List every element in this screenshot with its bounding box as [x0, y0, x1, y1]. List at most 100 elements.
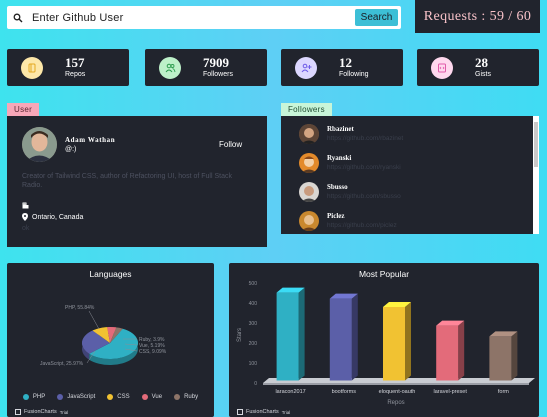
y-tick-label: 500: [249, 281, 258, 287]
x-tick-label: form: [498, 389, 509, 395]
user-location: Ontario, Canada: [32, 213, 84, 221]
legend-swatch: [22, 394, 29, 400]
legend-label: Ruby: [184, 394, 199, 400]
stat-label: Gists: [475, 70, 491, 78]
bar-side: [511, 331, 518, 381]
legend-label: Vue: [151, 394, 163, 400]
user-bio: Creator of Tailwind CSS, author of Refac…: [22, 173, 232, 190]
book-icon: [21, 56, 43, 79]
stat-card-followers: 7909 Followers: [145, 49, 267, 86]
legend-item[interactable]: JavaScript: [57, 394, 95, 400]
bar-front: [329, 298, 352, 381]
fusion-trial: Trial: [281, 409, 291, 415]
bar-bootforms[interactable]: [329, 293, 358, 381]
requests-label: Requests : 59 / 60: [423, 8, 532, 24]
x-axis-title: Repos: [387, 400, 404, 406]
y-tick-label: 400: [249, 301, 258, 307]
location-row: Ontario, Canada: [22, 213, 83, 221]
fusion-brand: FusionCharts: [246, 409, 279, 415]
y-tick-label: 0: [254, 381, 257, 387]
fusioncharts-logo-icon: [237, 409, 243, 415]
fusion-trial: Trial: [59, 409, 69, 415]
legend-item[interactable]: Vue: [141, 394, 163, 400]
pie-data-label: Vue, 5.19%: [139, 343, 165, 349]
user-card: Adam Wathan @:) Follow Creator of Tailwi…: [7, 116, 267, 247]
user-handle: @:): [65, 146, 77, 153]
y-axis-title: Stars: [237, 328, 243, 342]
bar-eloquent-oauth[interactable]: [383, 302, 411, 381]
bar-side: [298, 287, 305, 381]
legend-item[interactable]: PHP: [22, 394, 46, 400]
stat-label: Followers: [203, 70, 233, 78]
location-pin-icon: [22, 213, 28, 221]
x-tick-label: eloquent-oauth: [379, 389, 416, 395]
pie-data-label: PHP, 55.84%: [65, 305, 95, 311]
follower-name: Ryanski: [327, 154, 352, 162]
stat-value: 157: [65, 55, 85, 70]
bar-front: [436, 325, 459, 381]
fusioncharts-logo-icon: [15, 409, 21, 415]
follower-name: Sbusso: [327, 183, 348, 191]
search-button[interactable]: Search: [355, 9, 398, 26]
legend-item[interactable]: CSS: [107, 394, 130, 400]
bar-laravel-preset[interactable]: [436, 320, 465, 381]
stat-card-gists: 28 Gists: [417, 49, 539, 86]
users-icon: [159, 56, 181, 79]
follow-button[interactable]: Follow: [219, 140, 242, 149]
legend-label: CSS: [117, 394, 130, 400]
stat-card-repos: 157 Repos: [7, 49, 129, 86]
y-tick-label: 200: [249, 341, 258, 347]
bar-side: [351, 293, 358, 381]
search-bar: Search: [7, 6, 401, 29]
legend-swatch: [141, 394, 148, 400]
chart-floor-edge: [263, 383, 529, 385]
languages-chart: Languages PHP, 55.84% JavaScript, 25.97% C…: [7, 263, 214, 417]
follower-url[interactable]: https://github.com/ryanski: [327, 164, 401, 171]
bar-front: [489, 336, 512, 381]
follower-url[interactable]: https://github.com/rbazinet: [327, 135, 403, 142]
bar-form[interactable]: [489, 331, 518, 381]
x-tick-label: laracon2017: [275, 389, 305, 395]
pie-label-line: [88, 310, 100, 330]
search-input[interactable]: [32, 11, 401, 24]
user-extra: ok: [22, 225, 29, 232]
avatar: [299, 182, 319, 202]
fusioncharts-watermark: FusionCharts Trial: [15, 409, 68, 415]
follower-name: Rbazinet: [327, 125, 354, 133]
legend-label: JavaScript: [67, 394, 96, 400]
stat-value: 7909: [203, 55, 229, 70]
most-popular-chart: Most Popular 0 100 200 300 400 500 Stars Repos l…: [229, 263, 539, 417]
chart-title: Languages: [89, 269, 132, 279]
bar-chart: 0 100 200 300 400 500 Stars Repos laracon2017 boo…: [237, 281, 535, 406]
followers-scrollbar[interactable]: [533, 116, 539, 234]
pie-data-label: Ruby, 3.9%: [139, 337, 165, 343]
fusion-brand: FusionCharts: [24, 409, 57, 415]
stat-value: 12: [339, 55, 352, 70]
scrollbar-thumb[interactable]: [534, 122, 538, 167]
search-icon: [13, 13, 23, 22]
legend-item[interactable]: Ruby: [174, 394, 198, 400]
y-tick-label: 300: [249, 321, 258, 327]
avatar: [299, 124, 319, 144]
legend-swatch: [57, 394, 64, 400]
x-tick-label: laravel-preset: [434, 389, 468, 395]
y-tick-label: 100: [249, 361, 258, 367]
building-icon: [22, 202, 29, 209]
legend-label: PHP: [32, 394, 46, 400]
follower-url[interactable]: https://github.com/piclez: [327, 222, 397, 229]
legend-swatch: [107, 394, 114, 400]
pie-data-label: JavaScript, 25.97%: [40, 361, 84, 367]
avatar: [299, 153, 319, 173]
followers-list: Rbazinet https://github.com/rbazinet Rya…: [281, 116, 539, 234]
follower-name: Piclez: [327, 212, 345, 220]
tab-followers: Followers: [281, 103, 332, 116]
follower-url[interactable]: https://github.com/sbusso: [327, 193, 401, 200]
avatar: [22, 127, 57, 162]
avatar: [299, 211, 319, 231]
code-icon: [431, 56, 453, 79]
bar-side: [458, 320, 465, 381]
stat-value: 28: [475, 55, 488, 70]
chart-legend: PHP JavaScript CSS Vue Ruby: [7, 394, 214, 400]
fusioncharts-watermark: FusionCharts Trial: [237, 409, 290, 415]
bar-laracon2017[interactable]: [276, 287, 305, 381]
